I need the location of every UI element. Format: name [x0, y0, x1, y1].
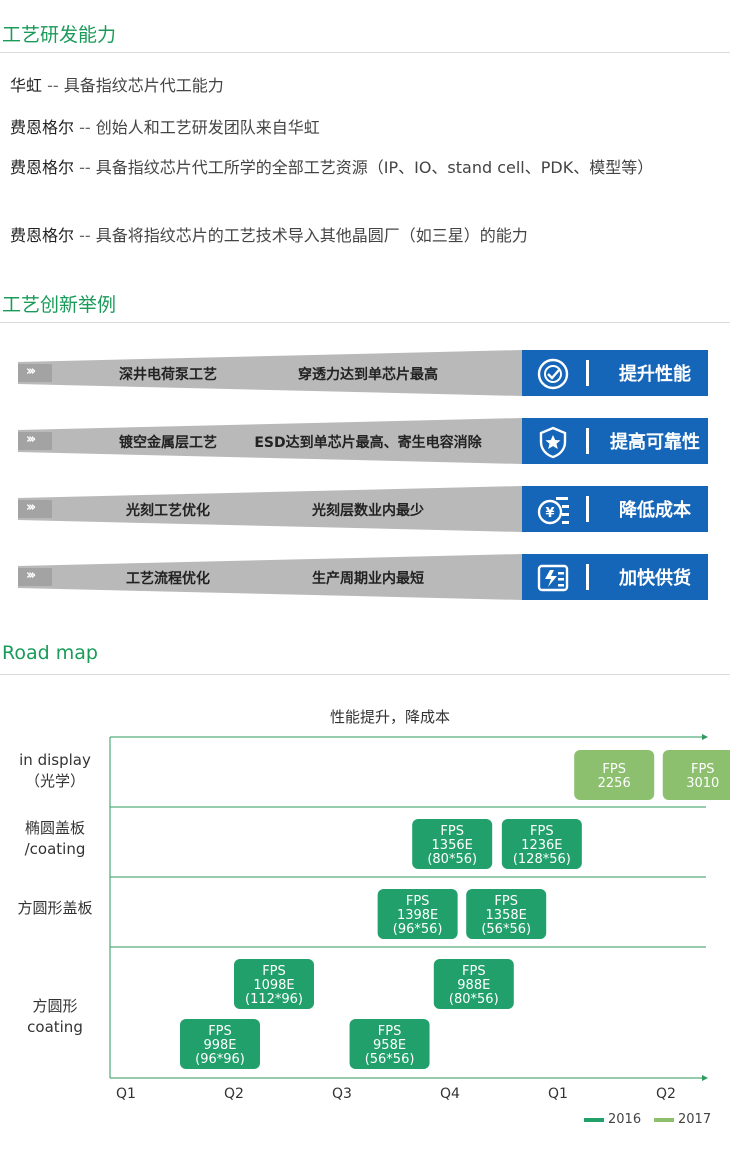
roadmap-item-label: 1358E	[486, 908, 527, 923]
roadmap-item-label: 1398E	[397, 908, 438, 923]
benefit-label: 提升性能	[619, 364, 691, 385]
innovation-row: ››› 工艺流程优化 生产周期业内最短 加快供货	[18, 554, 708, 600]
roadmap-item-label: FPS	[440, 824, 464, 839]
x-tick-label: Q1	[548, 1086, 568, 1102]
chevrons-icon: ›››	[26, 364, 36, 379]
capability-item: 费恩格尔 -- 创始人和工艺研发团队来自华虹	[10, 116, 710, 140]
roadmap-item-label: FPS	[494, 894, 518, 909]
process-effect: ESD达到单芯片最高、寄生电容消除	[254, 435, 482, 451]
separator: --	[42, 76, 64, 95]
capability-text: 具备指纹芯片代工能力	[63, 76, 224, 95]
process-name: 镀空金属层工艺	[119, 435, 217, 451]
innovation-row: ››› 深井电荷泵工艺 穿透力达到单芯片最高 提升性能	[18, 350, 708, 396]
divider	[586, 564, 589, 590]
divider	[0, 674, 730, 675]
x-tick-label: Q3	[332, 1086, 352, 1102]
process-effect: 穿透力达到单芯片最高	[298, 367, 438, 383]
chevrons-icon: ›››	[26, 500, 36, 515]
roadmap-item-label: FPS	[691, 762, 715, 777]
capability-section-title: 工艺研发能力	[2, 24, 117, 46]
divider	[0, 322, 730, 323]
roadmap-item-label: FPS	[602, 762, 626, 777]
benefit-label: 加快供货	[619, 568, 691, 589]
innovation-row: ››› 镀空金属层工艺 ESD达到单芯片最高、寄生电容消除 提高可靠性	[18, 418, 708, 464]
capability-item: 费恩格尔 -- 具备指纹芯片代工所学的全部工艺资源（IP、IO、stand ce…	[10, 156, 710, 180]
company-name: 费恩格尔	[10, 118, 75, 137]
chevrons-icon: ›››	[26, 432, 36, 447]
roadmap-item-label: FPS	[530, 824, 554, 839]
legend-label: 2016	[608, 1112, 642, 1127]
capability-item: 费恩格尔 -- 具备将指纹芯片的工艺技术导入其他晶圆厂（如三星）的能力	[10, 224, 710, 248]
legend-label: 2017	[678, 1112, 712, 1127]
roadmap-item-label: (56*56)	[365, 1052, 415, 1067]
roadmap-item-label: 998E	[203, 1038, 236, 1053]
divider	[586, 428, 589, 454]
roadmap-svg: Q1 Q2 Q3 Q4 Q1 Q2FPS2256FPS3010FPS1356E(80*56…	[109, 734, 730, 1102]
divider	[586, 360, 589, 386]
speedometer-icon	[537, 358, 569, 390]
company-name: 费恩格尔	[10, 226, 75, 245]
legend-item-2017: 2017	[654, 1112, 711, 1127]
divider	[586, 496, 589, 522]
roadmap-item-label: (96*56)	[393, 922, 443, 937]
roadmap-item-label: FPS	[462, 964, 486, 979]
roadmap-item-label: (80*56)	[427, 852, 477, 867]
roadmap-item-label: 1356E	[432, 838, 473, 853]
arrow-icon	[702, 1075, 708, 1081]
innovation-row: ››› 光刻工艺优化 光刻层数业内最少 ¥ 降低成本	[18, 486, 708, 532]
separator: --	[74, 226, 96, 245]
roadmap-item-label: (112*96)	[245, 992, 303, 1007]
roadmap-item-label: 3010	[686, 776, 719, 791]
legend-item-2016: 2016	[584, 1112, 641, 1127]
capability-text: 具备指纹芯片代工所学的全部工艺资源（IP、IO、stand cell、PDK、模…	[95, 158, 654, 177]
roadmap-chart: 性能提升，降成本 in display （光学） 椭圆盖板/coating 方圆形盖板…	[0, 700, 730, 1145]
divider	[0, 52, 730, 53]
roadmap-item-label: FPS	[262, 964, 286, 979]
roadmap-item-label: FPS	[378, 1024, 402, 1039]
roadmap-item-label: 988E	[457, 978, 490, 993]
x-tick-label: Q2	[224, 1086, 244, 1102]
roadmap-item-label: FPS	[208, 1024, 232, 1039]
process-effect: 生产周期业内最短	[312, 571, 424, 587]
roadmap-item-label: 1236E	[521, 838, 562, 853]
chevrons-icon: ›››	[26, 568, 36, 583]
company-name: 费恩格尔	[10, 158, 75, 177]
arrow-icon	[702, 734, 708, 740]
process-name: 工艺流程优化	[126, 571, 210, 587]
benefit-panel: 提高可靠性	[522, 418, 708, 464]
process-name: 深井电荷泵工艺	[119, 367, 217, 383]
shield-star-icon	[539, 426, 567, 459]
benefit-panel: 加快供货	[522, 554, 708, 600]
fast-delivery-icon	[537, 564, 569, 592]
company-name: 华虹	[10, 76, 43, 95]
benefit-panel: ¥ 降低成本	[522, 486, 708, 532]
legend-swatch	[584, 1117, 604, 1122]
x-tick-label: Q2	[656, 1086, 676, 1102]
benefit-label: 降低成本	[619, 500, 691, 521]
innovation-section-title: 工艺创新举例	[2, 294, 117, 316]
roadmap-item-label: 958E	[373, 1038, 406, 1053]
svg-text:¥: ¥	[545, 506, 554, 521]
roadmap-section-title: Road map	[2, 642, 98, 664]
roadmap-item-label: 2256	[598, 776, 631, 791]
roadmap-item-label: (96*96)	[195, 1052, 245, 1067]
capability-text: 创始人和工艺研发团队来自华虹	[95, 118, 320, 137]
x-tick-label: Q1	[116, 1086, 136, 1102]
separator: --	[74, 158, 96, 177]
roadmap-item-label: (80*56)	[449, 992, 499, 1007]
yen-coin-icon: ¥	[537, 497, 569, 525]
process-name: 光刻工艺优化	[126, 503, 210, 519]
legend-swatch	[654, 1117, 674, 1122]
roadmap-item-label: 1098E	[253, 978, 294, 993]
capability-item: 华虹 -- 具备指纹芯片代工能力	[10, 74, 710, 98]
process-effect: 光刻层数业内最少	[312, 503, 424, 519]
roadmap-item-label: (56*56)	[481, 922, 531, 937]
roadmap-item-label: FPS	[406, 894, 430, 909]
benefit-panel: 提升性能	[522, 350, 708, 396]
benefit-label: 提高可靠性	[610, 432, 700, 453]
roadmap-item-label: (128*56)	[513, 852, 571, 867]
separator: --	[74, 118, 96, 137]
capability-text: 具备将指纹芯片的工艺技术导入其他晶圆厂（如三星）的能力	[95, 226, 528, 245]
x-tick-label: Q4	[440, 1086, 460, 1102]
